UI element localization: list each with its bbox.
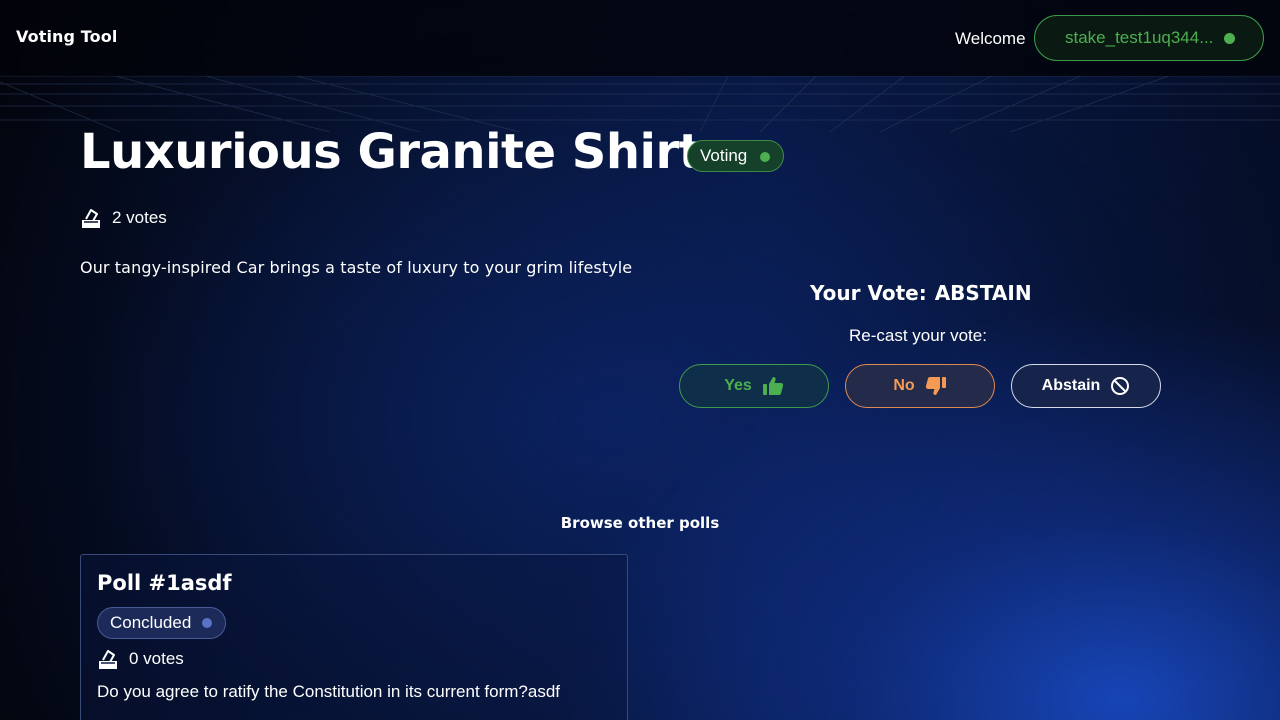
connected-status-dot xyxy=(1224,33,1235,44)
wallet-address-button[interactable]: stake_test1uq344... xyxy=(1034,15,1264,61)
status-dot xyxy=(760,152,771,162)
welcome-label: Welcome xyxy=(955,29,1026,48)
vote-abstain-button[interactable]: Abstain xyxy=(1011,364,1161,408)
vote-no-label: No xyxy=(893,377,915,394)
your-vote-label: Your Vote: xyxy=(810,281,927,305)
status-badge: Voting xyxy=(687,140,785,172)
poll-card-vote-count-text: 0 votes xyxy=(129,649,184,668)
vote-yes-button[interactable]: Yes xyxy=(679,364,829,408)
ballot-box-icon xyxy=(99,650,117,669)
page-title: Luxurious Granite Shirt xyxy=(80,124,702,180)
brand-logo-text[interactable]: Voting Tool xyxy=(16,27,117,46)
poll-card-vote-count: 0 votes xyxy=(97,649,184,669)
vote-no-button[interactable]: No xyxy=(845,364,995,408)
poll-card-status-badge: Concluded xyxy=(97,607,227,639)
status-badge-label: Voting xyxy=(700,146,748,165)
poll-card-status-dot xyxy=(202,618,213,628)
poll-card-status-label: Concluded xyxy=(110,613,192,632)
browse-polls-heading: Browse other polls xyxy=(560,514,720,532)
vote-count-text: 2 votes xyxy=(112,208,167,227)
vote-abstain-label: Abstain xyxy=(1041,377,1101,394)
thumbs-down-icon xyxy=(925,377,946,395)
poll-description: Our tangy-inspired Car brings a taste of… xyxy=(80,258,633,277)
poll-card-title[interactable]: Poll #1asdf xyxy=(97,571,232,595)
background-grid xyxy=(0,72,1280,132)
poll-card-description: Do you agree to ratify the Constitution … xyxy=(97,682,561,701)
vote-yes-label: Yes xyxy=(724,377,752,394)
thumbs-up-icon xyxy=(762,377,783,395)
vote-count: 2 votes xyxy=(80,208,167,228)
your-vote-summary: Your Vote: ABSTAIN xyxy=(810,281,1032,305)
poll-card[interactable]: Poll #1asdf Concluded 0 votes Do you agr… xyxy=(80,554,628,720)
ballot-box-icon xyxy=(82,209,100,228)
wallet-address-text: stake_test1uq344... xyxy=(1065,28,1214,47)
top-bar: Voting Tool Welcome stake_test1uq344... xyxy=(0,0,1280,76)
your-vote-value: ABSTAIN xyxy=(934,281,1032,305)
prohibited-icon xyxy=(1111,377,1130,395)
recast-label: Re-cast your vote: xyxy=(849,326,987,345)
